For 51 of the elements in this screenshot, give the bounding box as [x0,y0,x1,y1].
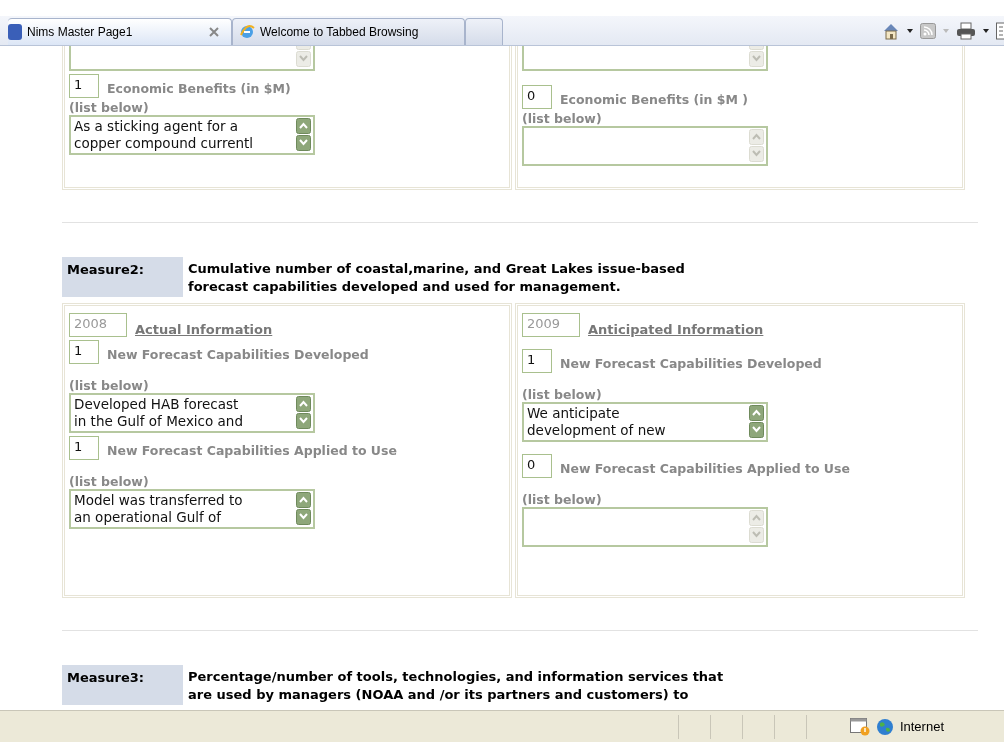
measure-description: Percentage/number of tools, technologies, and information services that are used by managers (NOAA and /or its partners and customers) to [187,668,724,704]
scroll-arrows-icon[interactable] [296,396,311,430]
field-label: New Forecast Capabilities Applied to Use [107,442,397,458]
list-label: (list below) [522,492,603,507]
list-label: (list below) [69,100,150,115]
globe-icon [239,24,255,40]
close-icon[interactable] [209,27,219,37]
browser-tab[interactable]: Nims Master Page1 [8,18,232,45]
field-label: New Forecast Capabilities Developed [560,355,822,371]
section-link[interactable]: Anticipated Information [588,313,764,337]
dropdown-icon[interactable] [983,29,989,33]
field-label: Economic Benefits (in $M) [107,80,291,96]
popup-blocked-icon[interactable] [849,717,870,736]
list-textarea[interactable]: Developed HAB forecast in the Gulf of Mexico and [69,393,315,433]
list-label: (list below) [522,111,603,126]
scroll-arrows-icon[interactable] [296,118,311,152]
page-icon [8,24,22,40]
printer-icon[interactable] [956,22,976,40]
field-label: New Forecast Capabilities Developed [107,346,369,362]
field-label: Economic Benefits (in $M ) [560,91,748,107]
browser-tab[interactable]: Welcome to Tabbed Browsing [232,18,465,45]
scroll-arrows-icon[interactable] [749,405,764,439]
measure-label: Measure2: [62,257,183,297]
measure-description: Cumulative number of coastal,marine, and Great Lakes issue-based forecast capabilities developed and used for management. [187,260,685,296]
number-field[interactable]: 1 [69,74,99,98]
dropdown-icon[interactable] [907,29,913,33]
list-label: (list below) [69,474,150,489]
list-textarea[interactable]: Model was transferred to an operational Gulf of [69,489,315,529]
globe-icon [875,717,894,736]
list-textarea[interactable] [522,507,768,547]
feed-icon[interactable] [920,23,936,39]
number-field[interactable]: 1 [69,436,99,460]
number-field[interactable]: 1 [522,349,552,373]
scroll-arrows-icon[interactable] [296,492,311,526]
field-label: New Forecast Capabilities Applied to Use [560,460,850,476]
scroll-arrows-icon[interactable] [749,510,764,544]
list-textarea[interactable]: As a sticking agent for a copper compound currentl [69,115,315,155]
list-textarea[interactable] [522,126,768,166]
number-field[interactable]: 1 [69,340,99,364]
number-field[interactable]: 0 [522,85,552,109]
number-field[interactable]: 0 [522,454,552,478]
measure-label: Measure3: [62,665,183,705]
page-icon[interactable] [996,22,1004,40]
new-tab-button[interactable] [465,18,503,45]
list-textarea[interactable]: We anticipate development of new [522,402,768,442]
security-zone: Internet [899,719,944,734]
list-label: (list below) [522,387,603,402]
list-label: (list below) [69,378,150,393]
home-icon[interactable] [882,22,900,40]
scroll-arrows-icon[interactable] [749,129,764,163]
section-link[interactable]: Actual Information [135,313,273,337]
